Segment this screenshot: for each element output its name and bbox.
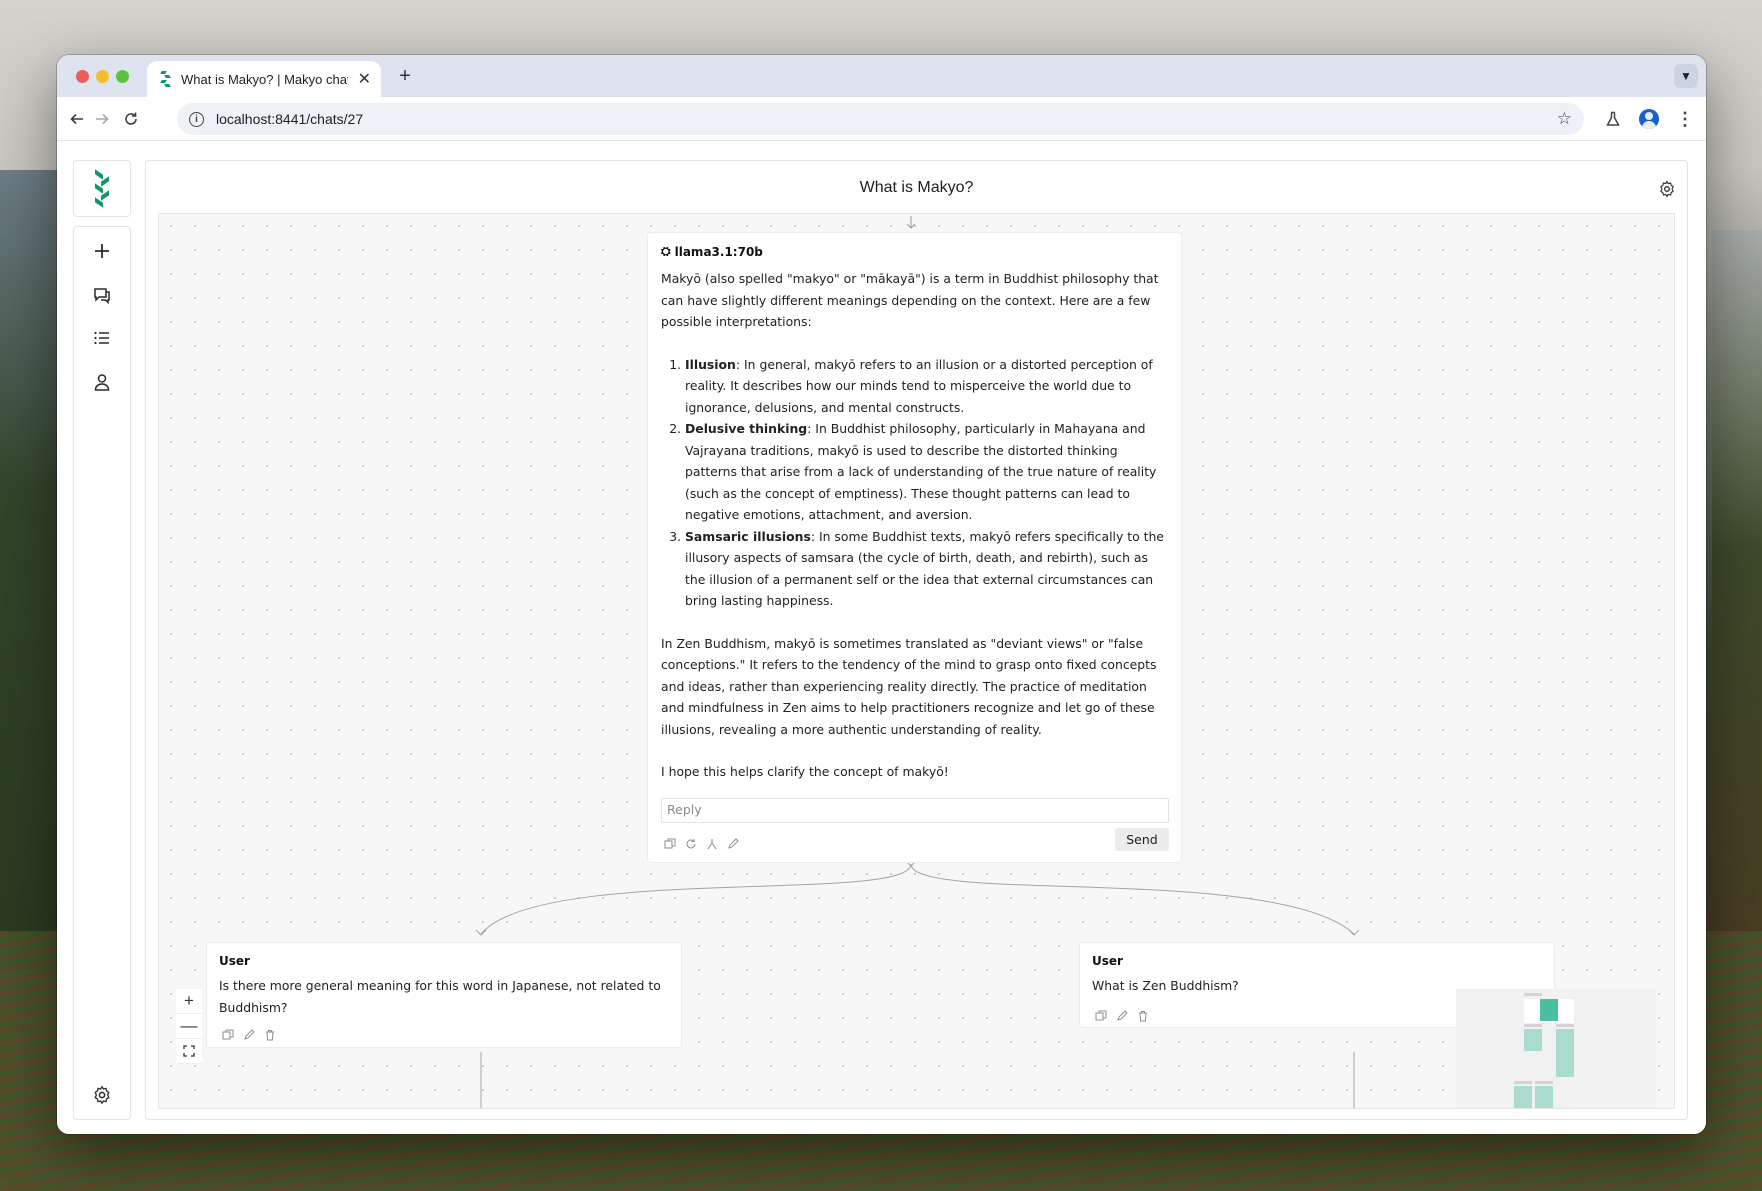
minimap-node — [1556, 1029, 1574, 1077]
app-logo[interactable] — [73, 160, 131, 217]
minimap-node — [1524, 993, 1542, 996]
reload-icon[interactable] — [119, 107, 143, 131]
message-content: Makyō (also spelled "makyo" or "mākayā")… — [661, 268, 1171, 783]
zoom-out-button[interactable]: — — [176, 1014, 202, 1039]
conversation-tree-canvas[interactable]: ⛭ llama3.1:70b Makyō (also spelled "maky… — [158, 213, 1675, 1109]
chat-title: What is Makyo? — [859, 179, 974, 196]
browser-menu-icon[interactable]: ⋮ — [1673, 107, 1697, 131]
minimap-node — [1524, 1024, 1542, 1027]
url-text: localhost:8441/chats/27 — [216, 111, 364, 127]
app-page: What is Makyo? ⛭ llama3.1:70b Makyō (als… — [57, 142, 1706, 1134]
minimap-node — [1514, 1081, 1532, 1084]
edit-icon[interactable] — [726, 837, 739, 850]
back-arrow-icon[interactable] — [65, 107, 89, 131]
minimap-node — [1524, 1029, 1542, 1051]
minimize-window-button[interactable] — [96, 70, 109, 83]
new-chat-plus-icon[interactable] — [74, 235, 130, 267]
minimap-node-active — [1540, 999, 1558, 1021]
minimap-node — [1556, 1024, 1574, 1027]
trash-icon[interactable] — [263, 1028, 276, 1041]
interpretation-list: Illusion: In general, makyō refers to an… — [661, 354, 1171, 612]
list-item-term: Delusive thinking — [685, 421, 808, 436]
list-item-text: : In Buddhist philosophy, particularly i… — [685, 421, 1157, 522]
send-button[interactable]: Send — [1115, 828, 1169, 851]
node-actions — [1094, 1009, 1149, 1022]
minimap-node — [1514, 1086, 1532, 1108]
close-window-button[interactable] — [76, 70, 89, 83]
profile-avatar-icon[interactable] — [1637, 107, 1661, 131]
tab-bar: What is Makyo? | Makyo chat ✕ + ▼ — [57, 55, 1706, 97]
site-info-icon[interactable]: i — [189, 111, 204, 127]
forward-arrow-icon[interactable] — [90, 107, 114, 131]
node-actions — [663, 837, 739, 850]
list-item-term: Illusion — [685, 356, 736, 372]
message-paragraph: In Zen Buddhism, makyō is sometimes tran… — [661, 635, 1157, 737]
bookmark-star-icon[interactable]: ☆ — [1557, 109, 1572, 129]
user-message-node[interactable]: User Is there more general meaning for t… — [206, 942, 682, 1048]
list-item-term: Samsaric illusions — [685, 528, 811, 544]
settings-gear-icon[interactable] — [74, 1079, 130, 1111]
assistant-message-node[interactable]: ⛭ llama3.1:70b Makyō (also spelled "maky… — [647, 232, 1182, 863]
user-message-text: Is there more general meaning for this w… — [219, 978, 661, 1015]
node-role-label: User — [1092, 954, 1123, 968]
labs-flask-icon[interactable] — [1601, 107, 1625, 131]
new-tab-button[interactable]: + — [392, 63, 418, 89]
message-closing: I hope this helps clarify the concept of… — [661, 764, 949, 779]
user-profile-icon[interactable] — [74, 366, 130, 398]
wallpaper-trees-left — [0, 170, 60, 970]
minimap[interactable] — [1456, 989, 1656, 1108]
reply-input[interactable]: Reply — [661, 798, 1169, 823]
edit-icon[interactable] — [242, 1028, 255, 1041]
node-actions — [221, 1028, 276, 1041]
refresh-icon[interactable] — [684, 837, 697, 850]
minimap-node — [1535, 1086, 1553, 1108]
list-item: Delusive thinking: In Buddhist philosoph… — [685, 418, 1171, 526]
minimap-node — [1535, 1081, 1553, 1084]
tab-search-chevron-down-icon[interactable]: ▼ — [1674, 64, 1698, 88]
browser-window: What is Makyo? | Makyo chat ✕ + ▼ i loca… — [57, 55, 1706, 1134]
tab-active[interactable]: What is Makyo? | Makyo chat ✕ — [147, 61, 381, 97]
copy-icon[interactable] — [1094, 1009, 1107, 1022]
list-item-text: : In general, makyō refers to an illusio… — [685, 356, 1153, 415]
tab-title: What is Makyo? | Makyo chat — [181, 71, 348, 87]
chat-main-panel: What is Makyo? ⛭ llama3.1:70b Makyō (als… — [145, 160, 1688, 1120]
node-header: ⛭ llama3.1:70b — [661, 244, 763, 259]
node-role-label: User — [219, 954, 250, 968]
list-item: Samsaric illusions: In some Buddhist tex… — [685, 526, 1171, 612]
message-intro: Makyō (also spelled "makyo" or "mākayā")… — [661, 271, 1159, 329]
trash-icon[interactable] — [1136, 1009, 1149, 1022]
model-name: llama3.1:70b — [674, 244, 763, 259]
list-icon[interactable] — [74, 322, 130, 354]
address-bar[interactable]: i localhost:8441/chats/27 ☆ — [177, 103, 1584, 135]
zoom-controls: + — — [176, 989, 202, 1064]
list-item: Illusion: In general, makyō refers to an… — [685, 354, 1171, 419]
tab-close-icon[interactable]: ✕ — [358, 69, 371, 89]
chats-bubbles-icon[interactable] — [74, 279, 130, 311]
makyo-favicon-icon — [160, 71, 171, 87]
sidebar — [73, 226, 131, 1120]
wallpaper-trees-right — [1712, 230, 1762, 1030]
copy-icon[interactable] — [663, 837, 676, 850]
makyo-logo-icon — [95, 169, 109, 208]
maximize-window-button[interactable] — [116, 70, 129, 83]
zoom-in-button[interactable]: + — [176, 989, 202, 1014]
fit-view-icon[interactable] — [176, 1039, 202, 1064]
robot-model-icon: ⛭ — [661, 244, 671, 258]
copy-icon[interactable] — [221, 1028, 234, 1041]
browser-toolbar: i localhost:8441/chats/27 ☆ ⋮ — [57, 97, 1706, 141]
branch-icon[interactable] — [705, 837, 718, 850]
chat-settings-gear-icon[interactable] — [1655, 177, 1679, 201]
edit-icon[interactable] — [1115, 1009, 1128, 1022]
